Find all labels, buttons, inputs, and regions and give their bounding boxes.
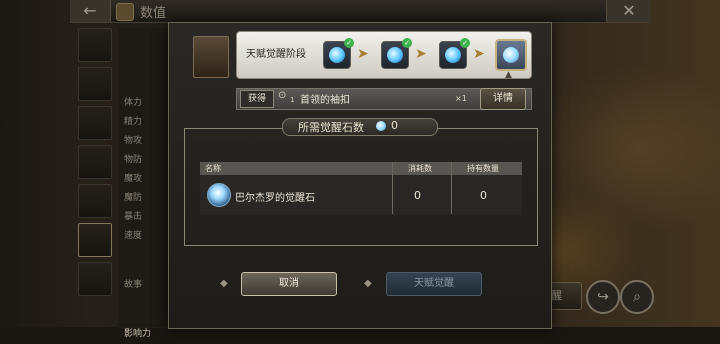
character-portrait [193,36,229,78]
cancel-button[interactable]: 取消 [241,272,337,296]
arrow-right-icon: ➤ [473,46,485,62]
item-name: 巴尔杰罗的觉醒石 [235,193,315,204]
arrow-right-icon: ➤ [415,46,427,62]
awakening-orb-icon [445,47,461,63]
ornament-icon: ◆ [220,278,228,289]
ornament-icon: ◆ [364,278,372,289]
column-header-consume: 消耗数 [408,164,432,173]
reward-quantity: ×1 [455,94,467,103]
current-stage-pointer-icon: ▲ [505,70,512,80]
cufflink-icon: ⊙ [278,90,287,101]
stage-node-3: ✓ [439,38,470,69]
stage-node-2: ✓ [381,38,412,69]
reward-name: 首领的袖扣 [300,95,350,106]
check-icon: ✓ [402,38,412,48]
arrow-right-icon: ➤ [357,46,369,62]
owned-count: 0 [480,189,487,202]
consume-count: 0 [414,189,421,202]
stage-label: 天赋觉醒阶段 [246,49,306,60]
column-header-name: 名称 [205,164,221,173]
talent-awaken-button[interactable]: 天赋觉醒 [386,272,482,296]
details-button[interactable]: 详情 [480,88,526,110]
requirement-label: 所需觉醒石数 [298,121,364,134]
stage-node-1: ✓ [323,38,354,69]
check-icon: ✓ [344,38,354,48]
requirement-count: 0 [391,119,398,132]
reward-icon-count: 1 [290,96,295,104]
talent-emblem-icon [503,47,519,63]
awakening-stone-icon [207,183,231,207]
get-label: 获得 [240,90,274,108]
stage-node-final[interactable] [495,39,527,71]
check-icon: ✓ [460,38,470,48]
awakening-orb-icon [329,47,345,63]
awakening-stone-icon [376,121,386,131]
column-header-owned: 持有数量 [467,164,499,173]
awakening-orb-icon [387,47,403,63]
